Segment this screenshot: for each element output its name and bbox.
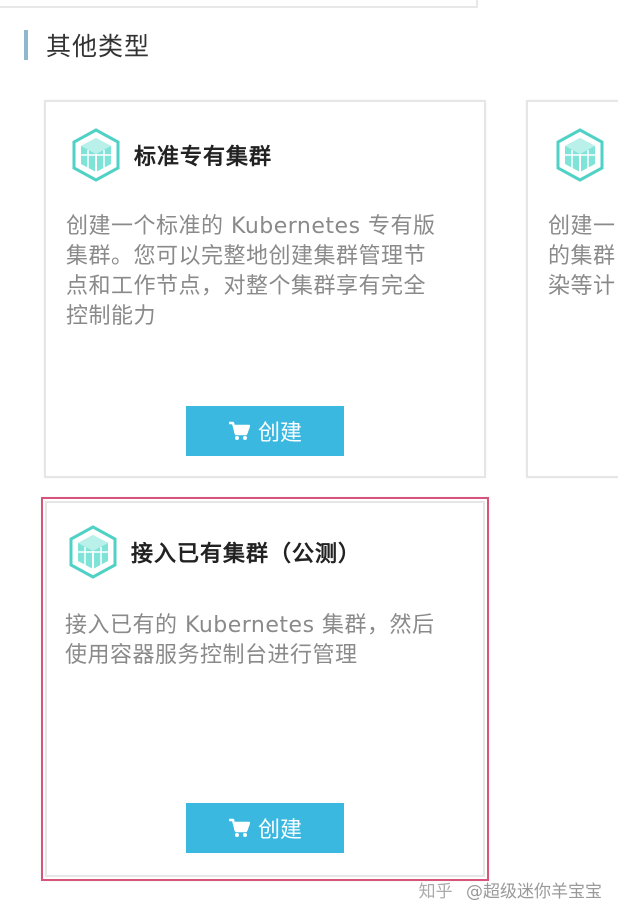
section-accent-bar — [24, 30, 28, 60]
cart-icon — [228, 818, 250, 837]
card-header: 标准专有集群 — [70, 128, 272, 182]
cluster-type-card-standard[interactable]: 标准专有集群 创建一个标准的 Kubernetes 专有版 集群。您可以完整地创… — [44, 100, 486, 478]
section-header: 其他类型 — [24, 28, 150, 62]
card-description: 创建一 的集群 染等计 — [548, 214, 616, 299]
watermark: 知乎 @超级迷你羊宝宝 — [419, 877, 602, 902]
card-description: 接入已有的 Kubernetes 集群，然后 使用容器服务控制台进行管理 — [65, 613, 435, 668]
card-description: 创建一个标准的 Kubernetes 专有版 集群。您可以完整地创建集群管理节 … — [66, 214, 436, 329]
cluster-type-card-import[interactable]: 接入已有集群（公测） 接入已有的 Kubernetes 集群，然后 使用容器服务… — [41, 497, 489, 881]
watermark-user: @超级迷你羊宝宝 — [466, 882, 602, 902]
cluster-type-card-partial[interactable]: ( 创建一 的集群 染等计 — [526, 100, 618, 478]
card-title: 接入已有集群（公测） — [131, 542, 362, 567]
card-title: 标准专有集群 — [134, 145, 273, 170]
watermark-site: 知乎 — [418, 882, 453, 902]
cube-cluster-icon — [556, 128, 604, 182]
create-button[interactable]: 创建 — [186, 803, 344, 853]
create-button-label: 创建 — [257, 421, 302, 446]
card-header: 接入已有集群（公测） — [67, 525, 361, 579]
create-button[interactable]: 创建 — [186, 406, 344, 456]
section-title: 其他类型 — [46, 32, 151, 61]
cart-icon — [228, 421, 250, 440]
previous-card-edge — [0, 0, 478, 8]
cube-cluster-icon — [69, 525, 117, 579]
create-button-label: 创建 — [257, 818, 302, 843]
cube-cluster-icon — [72, 128, 120, 182]
card-header: ( — [554, 128, 618, 182]
page: 其他类型 标准专有集群 创建一个标准的 Kubernetes 专有版 集群。您可… — [0, 0, 618, 916]
